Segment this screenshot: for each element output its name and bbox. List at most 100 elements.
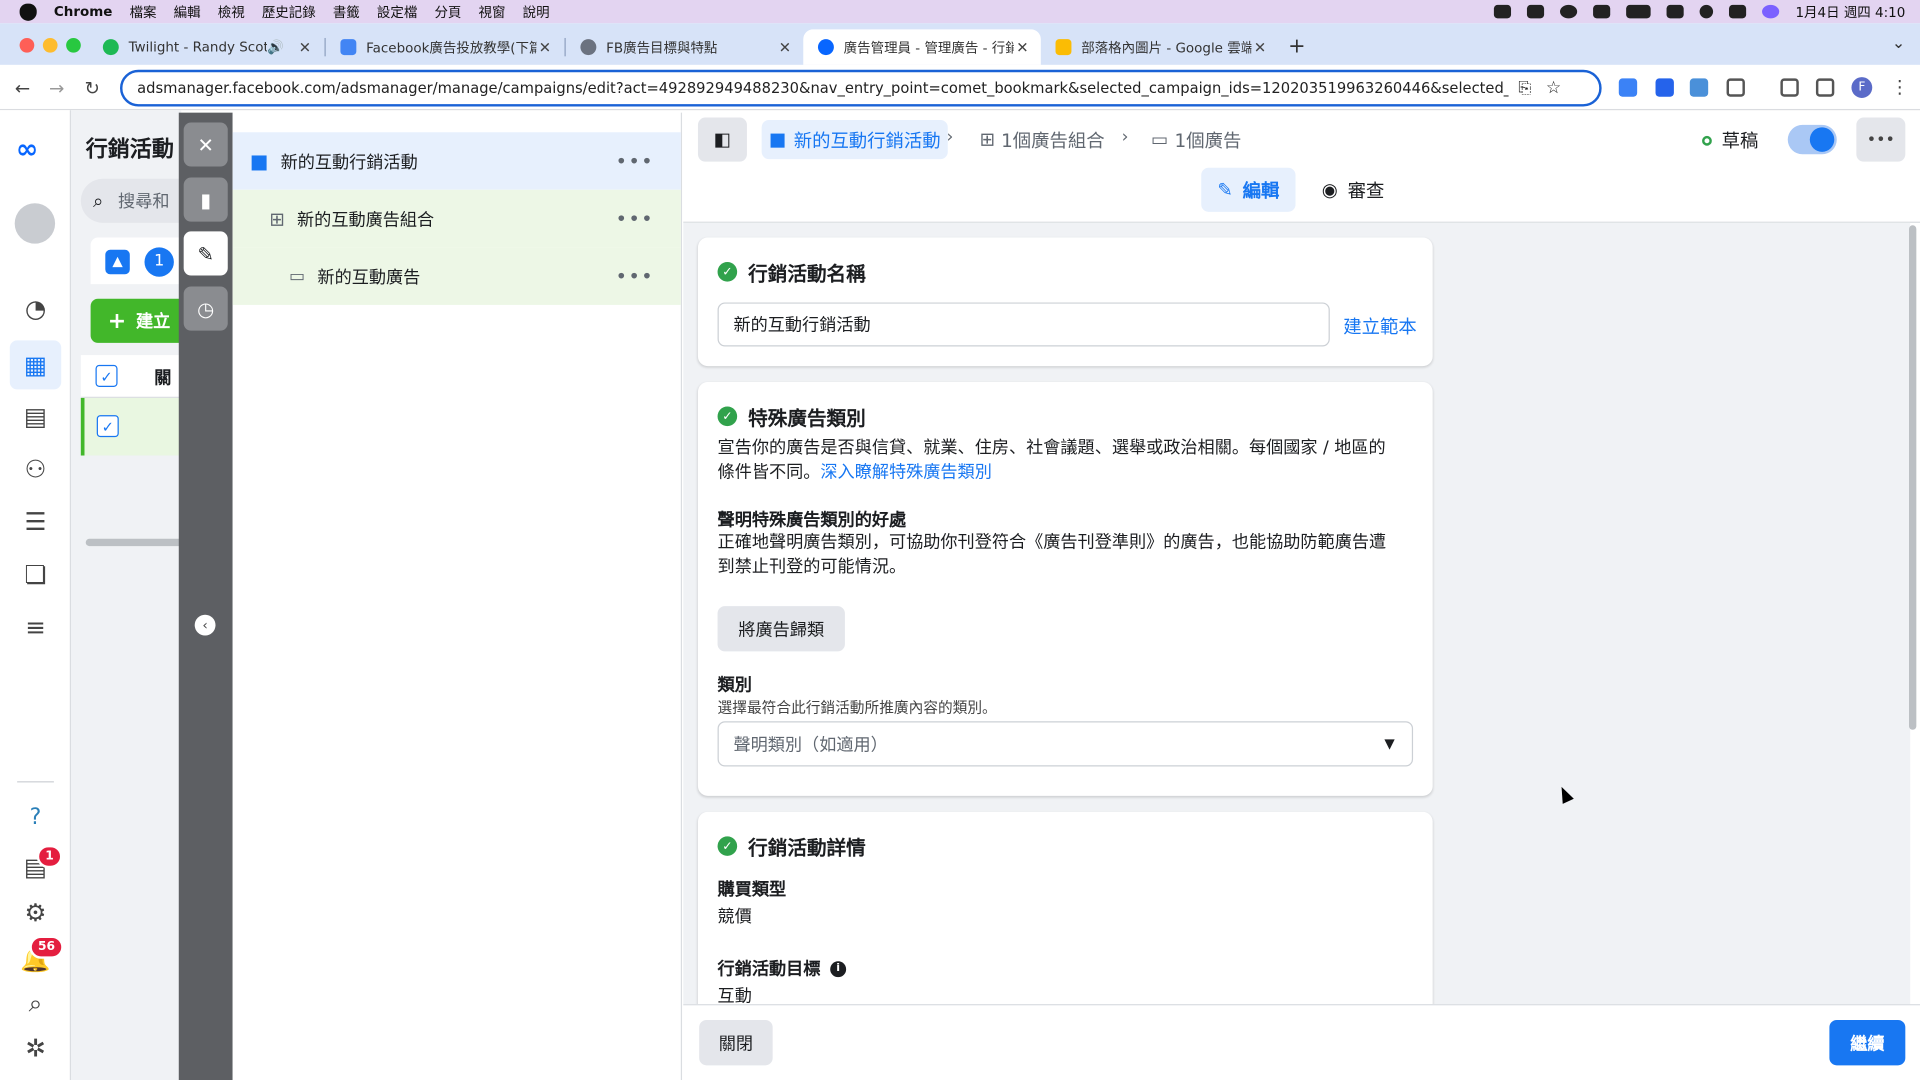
menu-app-name[interactable]: Chrome — [54, 4, 113, 20]
address-bar[interactable]: adsmanager.facebook.com/adsmanager/manag… — [120, 69, 1602, 107]
media-control-icon[interactable] — [1780, 78, 1799, 97]
continue-button[interactable]: 繼續 — [1829, 1020, 1906, 1066]
extension-icon[interactable] — [1618, 78, 1638, 97]
tab-fb-objectives[interactable]: FB廣告目標與特點 ✕ — [566, 29, 804, 65]
more-options-icon[interactable]: ••• — [616, 149, 654, 172]
meta-logo-icon[interactable]: ∞ — [16, 135, 38, 166]
spotlight-search-icon[interactable] — [1699, 4, 1714, 19]
edit-mode-button[interactable]: ✎ — [183, 231, 228, 276]
close-icon[interactable]: ✕ — [296, 39, 313, 56]
more-options-icon[interactable]: ••• — [616, 264, 654, 287]
account-avatar[interactable] — [14, 203, 56, 244]
help-icon[interactable]: ? — [18, 800, 52, 834]
account-tab[interactable]: ▲ 1 — [90, 237, 189, 285]
category-select[interactable]: 聲明類別（如適用） ▼ — [717, 721, 1414, 767]
window-zoom-button[interactable] — [66, 37, 81, 53]
extensions-puzzle-icon[interactable] — [1726, 78, 1745, 97]
tree-item-campaign[interactable]: ■ 新的互動行銷活動 ••• — [232, 132, 681, 190]
row-checkbox[interactable]: ✓ — [96, 415, 119, 438]
input-method-icon[interactable] — [1593, 4, 1611, 19]
horizontal-scrollbar[interactable] — [85, 538, 184, 547]
tab-title: FB廣告目標與特點 — [606, 39, 718, 56]
content-scrollbar[interactable] — [1908, 225, 1917, 730]
install-app-icon[interactable]: ⎘ — [1518, 79, 1531, 97]
tree-item-adset[interactable]: ⊞ 新的互動廣告組合 ••• — [232, 189, 681, 248]
close-button[interactable]: 關閉 — [699, 1020, 773, 1066]
extension-badge-icon[interactable] — [1655, 78, 1674, 97]
audiences-icon[interactable]: ⚇ — [18, 452, 52, 486]
control-center-icon[interactable] — [1729, 4, 1747, 19]
table-row[interactable]: ✓ — [80, 397, 192, 456]
all-tools-menu-icon[interactable]: ≡ — [18, 610, 52, 644]
speaker-icon[interactable]: 🔊 — [267, 39, 284, 55]
reload-icon[interactable]: ↻ — [84, 77, 99, 99]
line-app-icon[interactable] — [1494, 4, 1512, 19]
billing-stack-icon[interactable]: ☰ — [18, 504, 52, 538]
back-arrow-icon[interactable]: ← — [15, 77, 30, 99]
tab-search-chevron-icon[interactable]: ⌄ — [1892, 34, 1905, 52]
menubar-clock[interactable]: 1月4日 週四 4:10 — [1795, 2, 1905, 22]
menu-file[interactable]: 檔案 — [130, 2, 157, 22]
tab-facebook-tutorial[interactable]: Facebook廣告投放教學(下篇)： ✕ — [326, 29, 564, 65]
menu-bookmarks[interactable]: 書籤 — [333, 2, 360, 22]
dashboard-gauge-icon[interactable]: ◔ — [18, 291, 52, 325]
close-icon[interactable]: ✕ — [1251, 39, 1268, 56]
breadcrumb-campaign[interactable]: ■ 新的互動行銷活動 — [761, 120, 949, 160]
charts-button[interactable]: ▮ — [183, 177, 228, 222]
translate-icon[interactable] — [1689, 78, 1709, 97]
window-minimize-button[interactable] — [42, 37, 58, 53]
menu-edit[interactable]: 編輯 — [174, 2, 201, 22]
menu-window[interactable]: 視窗 — [479, 2, 506, 22]
tree-item-ad[interactable]: ▭ 新的互動廣告 ••• — [232, 247, 681, 305]
side-panel-icon[interactable] — [1815, 78, 1835, 97]
tab-edit[interactable]: ✎ 編輯 — [1201, 167, 1296, 212]
create-template-link[interactable]: 建立範本 — [1343, 313, 1416, 339]
breadcrumb-adset[interactable]: ⊞ 1個廣告組合 — [980, 120, 1105, 159]
info-icon[interactable]: i — [830, 960, 847, 977]
url-text[interactable]: adsmanager.facebook.com/adsmanager/manag… — [137, 80, 1508, 97]
close-icon[interactable]: ✕ — [536, 39, 553, 56]
learn-more-link[interactable]: 深入瞭解特殊廣告類別 — [820, 463, 991, 483]
battery-icon[interactable] — [1626, 4, 1651, 19]
bookmark-star-icon[interactable]: ☆ — [1546, 78, 1561, 98]
more-menu-icon[interactable]: ⋮ — [1891, 76, 1909, 98]
siri-icon[interactable] — [1762, 4, 1780, 19]
new-tab-plus-icon[interactable]: + — [1288, 34, 1305, 58]
status-icon[interactable] — [1527, 4, 1545, 19]
select-all-checkbox[interactable]: ✓ — [95, 364, 118, 387]
history-button[interactable]: ◷ — [183, 286, 228, 331]
tab-spotify[interactable]: Twilight - Randy Scott 🔊 ✕ — [88, 29, 323, 65]
menu-profiles[interactable]: 設定檔 — [377, 2, 417, 22]
campaigns-table-icon[interactable]: ▦ — [9, 340, 62, 390]
reports-icon[interactable]: ▤ — [18, 399, 52, 433]
tab-review[interactable]: ◉ 審查 — [1310, 168, 1396, 212]
search-icon[interactable]: ⌕ — [18, 986, 52, 1020]
tab-ads-manager[interactable]: 廣告管理員 - 管理廣告 - 行銷活 ✕ — [803, 29, 1041, 65]
close-icon[interactable]: ✕ — [776, 39, 793, 56]
settings-gear-icon[interactable]: ⚙ — [18, 895, 52, 929]
menu-view[interactable]: 檢視 — [218, 2, 245, 22]
create-button[interactable]: + 建立 — [90, 298, 189, 343]
more-options-button[interactable]: ••• — [1856, 117, 1906, 162]
forward-arrow-icon[interactable]: → — [49, 77, 64, 99]
more-options-icon[interactable]: ••• — [616, 207, 654, 230]
wifi-icon[interactable] — [1666, 4, 1685, 19]
bug-report-icon[interactable]: ✲ — [18, 1031, 52, 1065]
menu-history[interactable]: 歷史記錄 — [262, 2, 316, 22]
menu-help[interactable]: 說明 — [523, 2, 550, 22]
profile-avatar[interactable]: F — [1851, 77, 1873, 98]
close-editor-button[interactable]: ✕ — [183, 122, 228, 167]
campaign-on-off-toggle[interactable] — [1787, 124, 1837, 155]
window-close-button[interactable] — [19, 37, 35, 53]
classify-ad-button[interactable]: 將廣告歸類 — [717, 606, 845, 652]
menu-tab[interactable]: 分頁 — [434, 2, 461, 22]
collapse-chevron-left-icon[interactable]: ‹ — [194, 614, 216, 636]
apple-icon[interactable] — [19, 3, 37, 21]
toggle-panel-button[interactable]: ◧ — [697, 117, 747, 162]
tab-google-drive[interactable]: 部落格內圖片 - Google 雲端硬 ✕ — [1041, 29, 1279, 65]
media-play-icon[interactable] — [1560, 4, 1578, 19]
campaign-name-input[interactable]: 新的互動行銷活動 — [717, 302, 1330, 347]
catalog-icon[interactable]: ❏ — [18, 557, 52, 591]
breadcrumb-ad[interactable]: ▭ 1個廣告 — [1151, 120, 1241, 159]
close-icon[interactable]: ✕ — [1014, 39, 1031, 56]
